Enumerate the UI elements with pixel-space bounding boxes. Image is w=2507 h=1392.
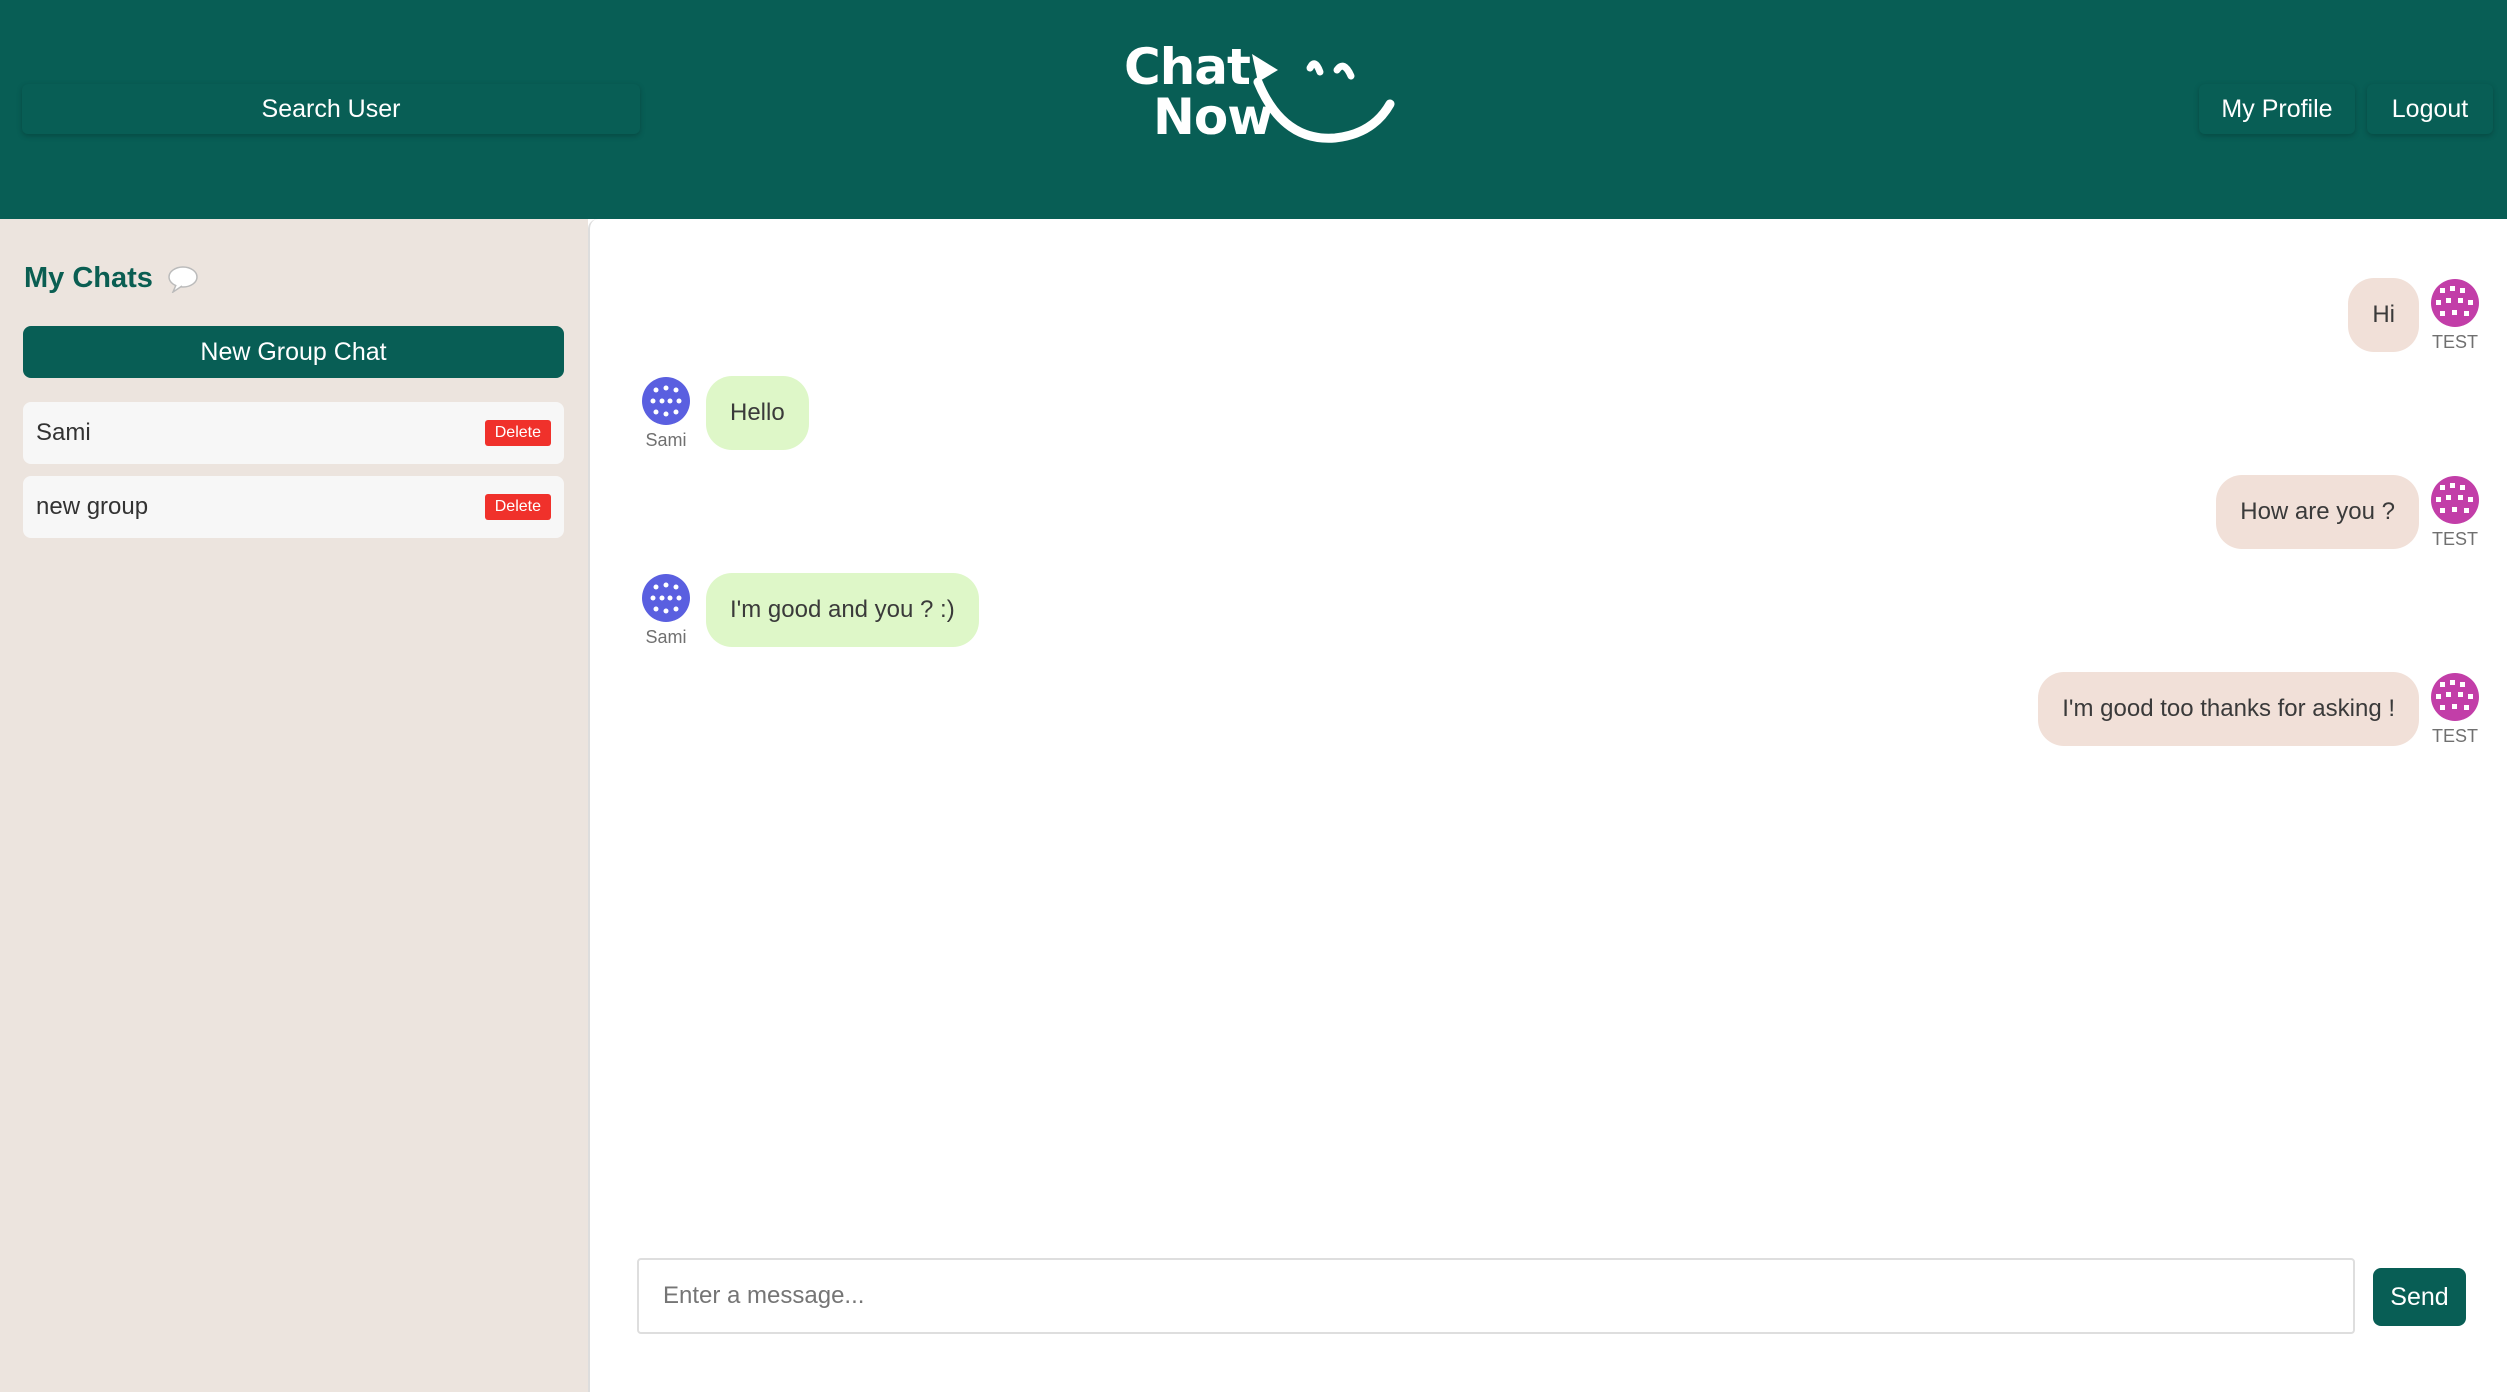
sender-name: TEST [2431, 726, 2478, 746]
message-bubble: Hi [2348, 278, 2419, 352]
chat-item-new-group[interactable]: new group Delete [23, 476, 564, 538]
avatar-sami-icon [642, 574, 690, 622]
message-row: Hi TEST [2348, 278, 2485, 353]
delete-chat-button[interactable]: Delete [484, 420, 551, 446]
logout-button[interactable]: Logout [2367, 84, 2493, 134]
avatar-test-icon [2431, 673, 2479, 721]
message-bubble: I'm good too thanks for asking ! [2038, 672, 2419, 746]
chat-panel [588, 219, 2507, 1392]
chat-item-name: Sami [36, 419, 91, 446]
message-input[interactable] [637, 1258, 2355, 1334]
avatar-test-icon [2431, 279, 2479, 327]
my-chats-title: My Chats [24, 262, 153, 294]
message-bubble: Hello [706, 376, 809, 450]
speech-bubble-icon [168, 265, 198, 293]
sender-name: Sami [645, 430, 687, 450]
message-bubble: I'm good and you ? :) [706, 573, 979, 647]
message-row: I'm good too thanks for asking ! TEST [2038, 672, 2485, 747]
avatar-sami-icon [642, 377, 690, 425]
app-header: Search User Chat Now My Profile Logout [0, 0, 2507, 219]
message-row: Sami Hello [636, 376, 809, 451]
sender-name: TEST [2431, 332, 2478, 352]
my-chats-heading: My Chats [24, 262, 199, 295]
message-row: Sami I'm good and you ? :) [636, 573, 979, 648]
search-user-button[interactable]: Search User [22, 84, 640, 134]
avatar-test-icon [2431, 476, 2479, 524]
chat-item-sami[interactable]: Sami Delete [23, 402, 564, 464]
chat-sidebar [0, 219, 588, 1392]
message-bubble: How are you ? [2216, 475, 2419, 549]
message-row: How are you ? TEST [2216, 475, 2485, 550]
chat-item-name: new group [36, 493, 149, 520]
delete-chat-button[interactable]: Delete [484, 494, 551, 520]
new-group-chat-button[interactable]: New Group Chat [23, 326, 564, 378]
sender-name: Sami [645, 627, 687, 647]
send-button[interactable]: Send [2373, 1268, 2466, 1326]
smile-arrow-icon [1252, 54, 1395, 143]
chatnow-logo: Chat Now [1115, 42, 1405, 154]
my-profile-button[interactable]: My Profile [2199, 84, 2355, 134]
sender-name: TEST [2431, 529, 2478, 549]
